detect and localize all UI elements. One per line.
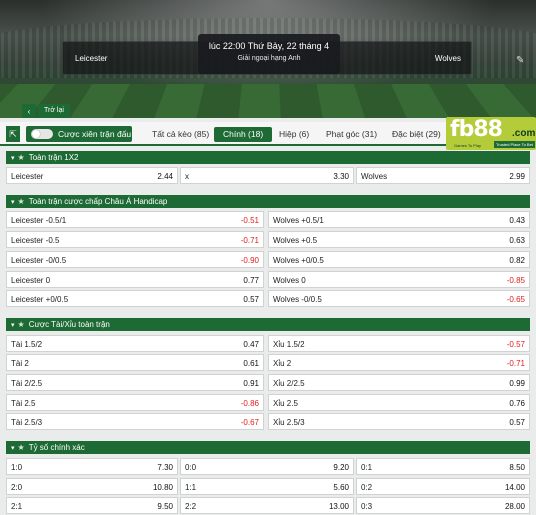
odds-cell[interactable]: 0:0 9.20	[180, 458, 354, 475]
section-header-1x2[interactable]: ▾ ★ Toàn trận 1X2	[6, 151, 530, 164]
market-row: 1:0 7.30 0:0 9.20 0:1 8.50	[6, 458, 530, 476]
odds-cell[interactable]: x 3.30	[180, 167, 354, 184]
odds-cell[interactable]: Xỉu 1.5/2 -0.57	[268, 335, 530, 352]
odds-cell[interactable]: Leicester 0 0.77	[6, 271, 264, 288]
tab-special[interactable]: Đặc biệt (29)	[392, 127, 441, 142]
match-info: lúc 22:00 Thứ Bảy, 22 tháng 4 Giải ngoại…	[198, 34, 340, 74]
section-header-over-under[interactable]: ▾ ★ Cược Tài/Xỉu toàn trận	[6, 318, 530, 331]
odds-cell[interactable]: Wolves +0.5 0.63	[268, 231, 530, 248]
section-header-correct-score[interactable]: ▾ ★ Tỷ số chính xác	[6, 441, 530, 454]
section-header-handicap[interactable]: ▾ ★ Toàn trận cược chấp Châu Á Handicap	[6, 195, 530, 208]
chevron-left-icon: ‹	[22, 104, 36, 118]
odds-cell[interactable]: Leicester +0/0.5 0.57	[6, 290, 264, 307]
toggle-switch[interactable]	[31, 129, 53, 139]
odds-cell[interactable]: Wolves +0/0.5 0.82	[268, 251, 530, 268]
market-row: Tài 2/2.5 0.91 Xỉu 2/2.5 0.99	[6, 374, 530, 392]
tab-half[interactable]: Hiệp (6)	[279, 127, 309, 142]
odds-cell[interactable]: Xỉu 2/2.5 0.99	[268, 374, 530, 391]
star-icon[interactable]: ★	[18, 320, 25, 329]
odds-cell[interactable]: 0:1 8.50	[356, 458, 530, 475]
odds-cell[interactable]: Leicester 2.44	[6, 167, 178, 184]
odds-cell[interactable]: Wolves 0 -0.85	[268, 271, 530, 288]
match-time: lúc 22:00 Thứ Bảy, 22 tháng 4	[208, 41, 330, 51]
odds-cell[interactable]: Leicester -0/0.5 -0.90	[6, 251, 264, 268]
odds-cell[interactable]: Tài 2/2.5 0.91	[6, 374, 264, 391]
odds-cell[interactable]: Tài 2 0.61	[6, 354, 264, 371]
section-title: Toàn trận 1X2	[28, 153, 79, 162]
tab-corners[interactable]: Phạt góc (31)	[326, 127, 377, 142]
star-icon[interactable]: ★	[18, 153, 25, 162]
pin-icon[interactable]: ✎	[516, 55, 528, 67]
odds-cell[interactable]: Tài 1.5/2 0.47	[6, 335, 264, 352]
star-icon[interactable]: ★	[18, 443, 25, 452]
odds-cell[interactable]: 2:2 13.00	[180, 497, 354, 514]
combo-bet-toggle[interactable]: Cược xiên trận đấu	[26, 126, 132, 142]
odds-cell[interactable]: Xỉu 2.5 0.76	[268, 394, 530, 411]
scoreboard: Leicester lúc 22:00 Thứ Bảy, 22 tháng 4 …	[62, 34, 472, 75]
section-title: Toàn trận cược chấp Châu Á Handicap	[28, 197, 168, 206]
combo-bet-label: Cược xiên trận đấu	[58, 129, 132, 139]
away-team-name: Wolves	[434, 54, 461, 63]
odds-cell[interactable]: 0:2 14.00	[356, 478, 530, 495]
odds-cell[interactable]: 1:1 5.60	[180, 478, 354, 495]
odds-cell[interactable]: 0:3 28.00	[356, 497, 530, 514]
market-row: Leicester -0.5/1 -0.51 Wolves +0.5/1 0.43	[6, 211, 530, 229]
pitch-image	[0, 83, 536, 118]
chevron-down-icon: ▾	[11, 154, 15, 162]
chevron-down-icon: ▾	[11, 444, 15, 452]
star-icon[interactable]: ★	[18, 197, 25, 206]
market-row: 2:1 9.50 2:2 13.00 0:3 28.00	[6, 497, 530, 515]
expand-collapse-icon[interactable]: ⇱	[6, 126, 20, 142]
odds-cell[interactable]: 2:0 10.80	[6, 478, 178, 495]
market-row: Leicester -0/0.5 -0.90 Wolves +0/0.5 0.82	[6, 251, 530, 269]
home-team-name: Leicester	[75, 54, 108, 63]
odds-cell[interactable]: Tài 2.5/3 -0.67	[6, 413, 264, 430]
odds-cell[interactable]: Leicester -0.5/1 -0.51	[6, 211, 264, 228]
odds-cell[interactable]: Leicester -0.5 -0.71	[6, 231, 264, 248]
odds-cell[interactable]: Wolves 2.99	[356, 167, 530, 184]
tab-main[interactable]: Chính (18)	[214, 127, 273, 142]
odds-cell[interactable]: 2:1 9.50	[6, 497, 178, 514]
odds-cell[interactable]: Xỉu 2.5/3 0.57	[268, 413, 530, 430]
market-row: Leicester +0/0.5 0.57 Wolves -0/0.5 -0.65	[6, 290, 530, 308]
market-row: Leicester 2.44 x 3.30 Wolves 2.99	[6, 167, 530, 185]
back-button[interactable]: ‹ Trở lại	[22, 104, 70, 118]
fb88-logo: fb88 .com Games To Play Trusted Place To…	[446, 117, 536, 150]
odds-cell[interactable]: Wolves -0/0.5 -0.65	[268, 290, 530, 307]
market-row: Tài 2.5/3 -0.67 Xỉu 2.5/3 0.57	[6, 413, 530, 431]
tab-all[interactable]: Tất cả kèo (85)	[152, 127, 209, 142]
odds-cell[interactable]: 1:0 7.30	[6, 458, 178, 475]
odds-cell[interactable]: Wolves +0.5/1 0.43	[268, 211, 530, 228]
market-row: Tài 2 0.61 Xỉu 2 -0.71	[6, 354, 530, 372]
market-row: Tài 1.5/2 0.47 Xỉu 1.5/2 -0.57	[6, 335, 530, 353]
market-row: Tài 2.5 -0.86 Xỉu 2.5 0.76	[6, 394, 530, 412]
chevron-down-icon: ▾	[11, 321, 15, 329]
league-name: Giải ngoại hạng Anh	[237, 55, 301, 62]
odds-cell[interactable]: Xỉu 2 -0.71	[268, 354, 530, 371]
odds-cell[interactable]: Tài 2.5 -0.86	[6, 394, 264, 411]
market-row: Leicester 0 0.77 Wolves 0 -0.85	[6, 271, 530, 289]
section-title: Tỷ số chính xác	[28, 443, 85, 452]
market-row: Leicester -0.5 -0.71 Wolves +0.5 0.63	[6, 231, 530, 249]
back-label: Trở lại	[38, 104, 70, 118]
section-title: Cược Tài/Xỉu toàn trận	[28, 320, 110, 329]
market-row: 2:0 10.80 1:1 5.60 0:2 14.00	[6, 478, 530, 496]
chevron-down-icon: ▾	[11, 198, 15, 206]
